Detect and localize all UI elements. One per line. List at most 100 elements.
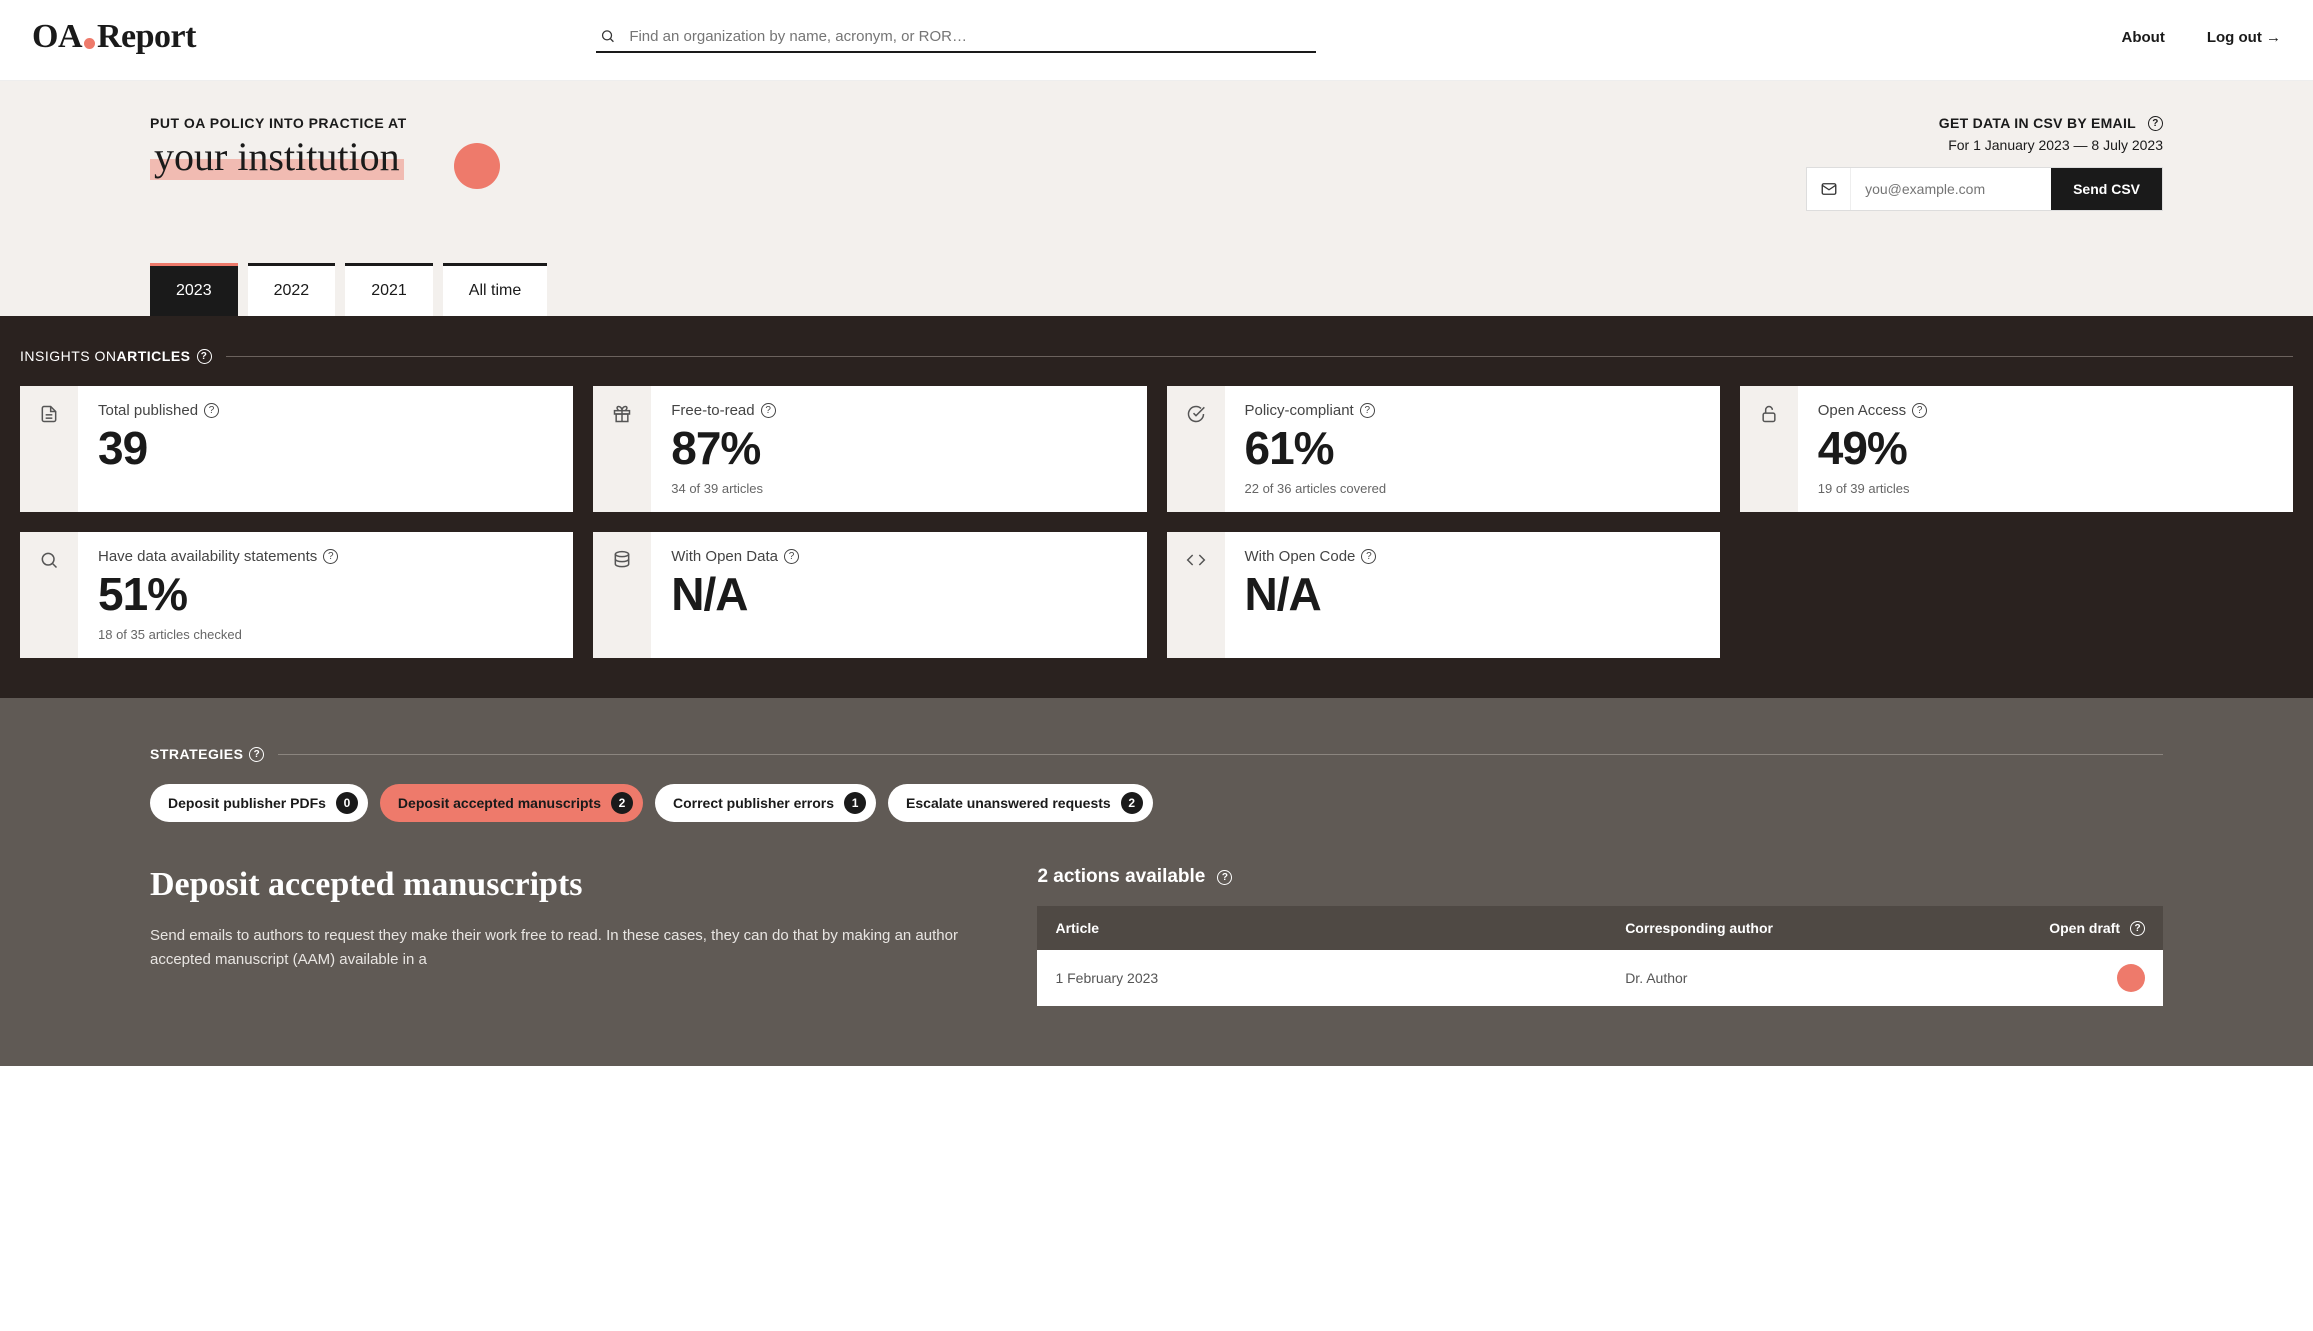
gift-icon bbox=[593, 386, 651, 512]
strategy-description: Send emails to authors to request they m… bbox=[150, 924, 995, 972]
send-csv-button[interactable]: Send CSV bbox=[2051, 168, 2162, 210]
chip-label: Deposit publisher PDFs bbox=[168, 795, 326, 811]
logo[interactable]: OA Report bbox=[32, 18, 196, 56]
insight-card[interactable]: Have data availability statements ? 51% 18… bbox=[20, 532, 573, 658]
table-header-row: Article Corresponding author Open draft … bbox=[1037, 906, 2163, 950]
help-icon[interactable]: ? bbox=[784, 549, 799, 564]
help-icon[interactable]: ? bbox=[2130, 921, 2145, 936]
help-icon[interactable]: ? bbox=[1360, 403, 1375, 418]
insights-heading: INSIGHTS ON ARTICLES ? bbox=[20, 348, 2293, 364]
hero-kicker: PUT OA POLICY INTO PRACTICE AT bbox=[150, 115, 500, 131]
strategy-chip[interactable]: Deposit accepted manuscripts 2 bbox=[380, 784, 643, 822]
logo-text-right: Report bbox=[97, 18, 196, 56]
insight-cards-grid: Total published ? 39 Free-to-read ? 87% 34 o… bbox=[20, 386, 2293, 658]
strategies-heading: STRATEGIES ? bbox=[150, 746, 2163, 762]
chip-count-badge: 1 bbox=[844, 792, 866, 814]
logo-dot-icon bbox=[84, 38, 95, 49]
csv-email-input[interactable] bbox=[1851, 168, 2051, 210]
card-value: 39 bbox=[98, 421, 219, 475]
card-label: Free-to-read ? bbox=[671, 402, 775, 419]
card-label: Have data availability statements ? bbox=[98, 548, 338, 565]
cell-author: Dr. Author bbox=[1625, 970, 2005, 986]
help-icon[interactable]: ? bbox=[323, 549, 338, 564]
strategy-chips: Deposit publisher PDFs 0 Deposit accepted … bbox=[150, 784, 2163, 822]
logout-link[interactable]: Log out → bbox=[2207, 29, 2281, 46]
insight-card[interactable]: Total published ? 39 bbox=[20, 386, 573, 512]
chip-count-badge: 0 bbox=[336, 792, 358, 814]
card-label: Open Access ? bbox=[1818, 402, 1927, 419]
code-icon bbox=[1167, 532, 1225, 658]
card-value: N/A bbox=[1245, 567, 1377, 621]
strategies-section: STRATEGIES ? Deposit publisher PDFs0Depo… bbox=[0, 698, 2313, 1066]
strategy-chip[interactable]: Correct publisher errors 1 bbox=[655, 784, 876, 822]
card-label: With Open Code ? bbox=[1245, 548, 1377, 565]
help-icon[interactable]: ? bbox=[204, 403, 219, 418]
strategy-chip[interactable]: Escalate unanswered requests 2 bbox=[888, 784, 1153, 822]
help-icon[interactable]: ? bbox=[761, 403, 776, 418]
card-label: Total published ? bbox=[98, 402, 219, 419]
help-icon[interactable]: ? bbox=[1217, 870, 1232, 885]
card-value: 87% bbox=[671, 421, 775, 475]
mail-icon bbox=[1807, 168, 1851, 210]
csv-date-range: For 1 January 2023 — 8 July 2023 bbox=[1806, 137, 2163, 153]
open-draft-button[interactable] bbox=[2117, 964, 2145, 992]
logo-text-left: OA bbox=[32, 18, 82, 56]
card-subtext: 34 of 39 articles bbox=[671, 481, 775, 496]
table-row[interactable]: 1 February 2023 Dr. Author bbox=[1037, 950, 2163, 1006]
top-navbar: OA Report About Log out → bbox=[0, 0, 2313, 81]
search-icon bbox=[20, 532, 78, 658]
insight-card[interactable]: Free-to-read ? 87% 34 of 39 articles bbox=[593, 386, 1146, 512]
tab-all-time[interactable]: All time bbox=[443, 263, 547, 316]
help-icon[interactable]: ? bbox=[1912, 403, 1927, 418]
hero-circle-icon bbox=[454, 143, 500, 189]
help-icon[interactable]: ? bbox=[249, 747, 264, 762]
search-input[interactable] bbox=[629, 28, 1312, 45]
insight-card[interactable]: Open Access ? 49% 19 of 39 articles bbox=[1740, 386, 2293, 512]
card-value: 61% bbox=[1245, 421, 1387, 475]
card-subtext: 19 of 39 articles bbox=[1818, 481, 1927, 496]
insight-card[interactable]: With Open Data ? N/A bbox=[593, 532, 1146, 658]
card-value: 49% bbox=[1818, 421, 1927, 475]
cell-article-date: 1 February 2023 bbox=[1055, 970, 1625, 986]
tab-2022[interactable]: 2022 bbox=[248, 263, 336, 316]
card-label: Policy-compliant ? bbox=[1245, 402, 1387, 419]
help-icon[interactable]: ? bbox=[1361, 549, 1376, 564]
col-author: Corresponding author bbox=[1625, 920, 2005, 936]
strategy-chip[interactable]: Deposit publisher PDFs 0 bbox=[150, 784, 368, 822]
strategy-title: Deposit accepted manuscripts bbox=[150, 866, 995, 904]
nav-right: About Log out → bbox=[2122, 29, 2281, 46]
help-icon[interactable]: ? bbox=[197, 349, 212, 364]
hero-section: PUT OA POLICY INTO PRACTICE AT your inst… bbox=[0, 81, 2313, 316]
about-link[interactable]: About bbox=[2122, 29, 2165, 46]
tab-2023[interactable]: 2023 bbox=[150, 263, 238, 316]
file-icon bbox=[20, 386, 78, 512]
unlock-icon bbox=[1740, 386, 1798, 512]
chip-count-badge: 2 bbox=[611, 792, 633, 814]
search-field[interactable] bbox=[596, 22, 1316, 53]
chip-count-badge: 2 bbox=[1121, 792, 1143, 814]
insight-card[interactable]: Policy-compliant ? 61% 22 of 36 articles c… bbox=[1167, 386, 1720, 512]
card-label: With Open Data ? bbox=[671, 548, 799, 565]
card-value: N/A bbox=[671, 567, 799, 621]
database-icon bbox=[593, 532, 651, 658]
insight-card[interactable]: With Open Code ? N/A bbox=[1167, 532, 1720, 658]
chip-label: Deposit accepted manuscripts bbox=[398, 795, 601, 811]
check-circle-icon bbox=[1167, 386, 1225, 512]
insights-section: INSIGHTS ON ARTICLES ? Total published ?… bbox=[0, 316, 2313, 698]
col-open-draft: Open draft ? bbox=[2005, 920, 2145, 936]
col-article: Article bbox=[1055, 920, 1625, 936]
tab-2021[interactable]: 2021 bbox=[345, 263, 433, 316]
actions-available-heading: 2 actions available ? bbox=[1037, 866, 2163, 888]
actions-table: Article Corresponding author Open draft … bbox=[1037, 906, 2163, 1006]
chip-label: Escalate unanswered requests bbox=[906, 795, 1111, 811]
card-subtext: 22 of 36 articles covered bbox=[1245, 481, 1387, 496]
card-value: 51% bbox=[98, 567, 338, 621]
hero-title: your institution bbox=[150, 133, 404, 180]
year-tabs: 2023 2022 2021 All time bbox=[150, 263, 2163, 316]
search-icon bbox=[600, 28, 615, 44]
chip-label: Correct publisher errors bbox=[673, 795, 834, 811]
help-icon[interactable]: ? bbox=[2148, 116, 2163, 131]
csv-email-row: Send CSV bbox=[1806, 167, 2163, 211]
csv-export-label: GET DATA IN CSV BY EMAIL ? bbox=[1939, 115, 2163, 131]
card-subtext: 18 of 35 articles checked bbox=[98, 627, 338, 642]
